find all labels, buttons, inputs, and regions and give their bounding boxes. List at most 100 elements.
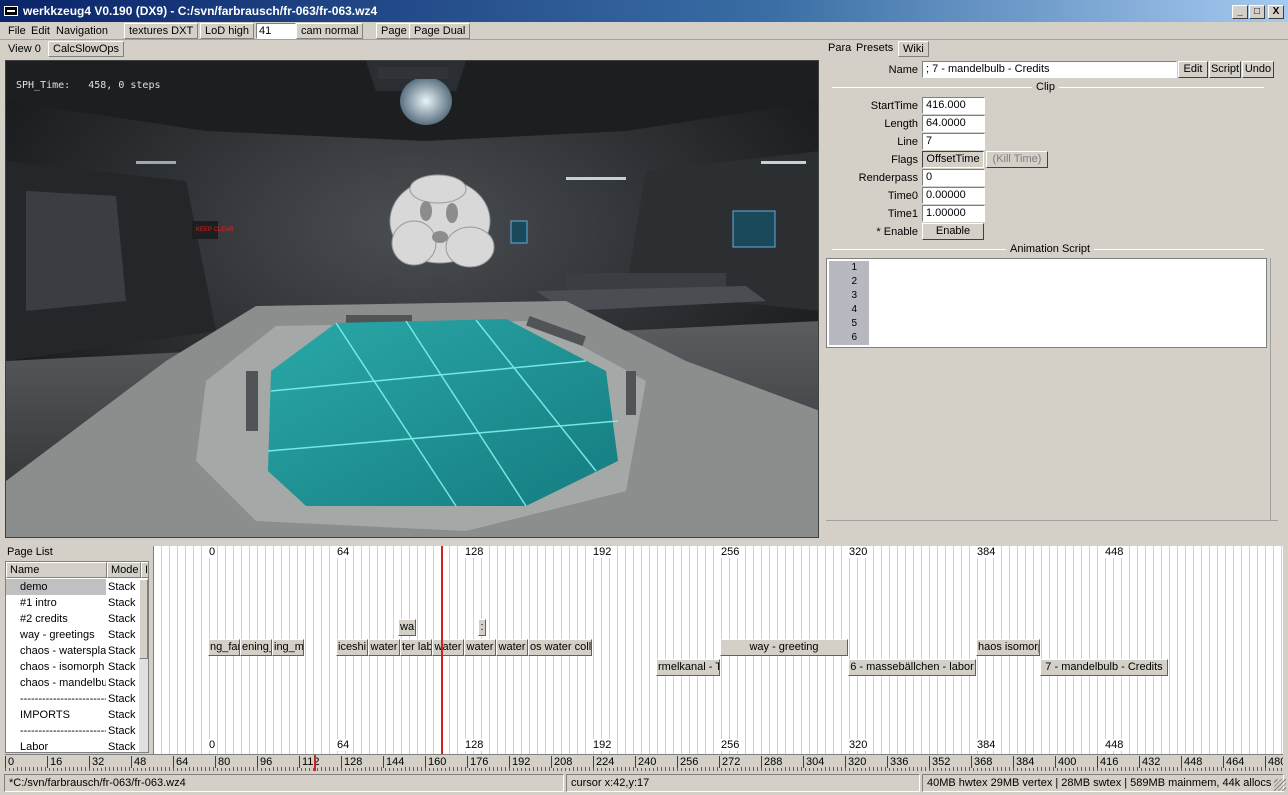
list-item[interactable]: ------------------------ Stack bbox=[6, 723, 148, 739]
page-list: Name Mode I demo Stack #1 intro Stack #2 c… bbox=[5, 561, 149, 753]
line-number: 5 bbox=[851, 318, 857, 329]
list-item[interactable]: Labor Stack bbox=[6, 739, 148, 752]
timeline-clip[interactable]: iceshi bbox=[336, 639, 368, 656]
time-ruler[interactable]: 0 16 32 48 64 80 96 112 128 144 160 176 … bbox=[5, 754, 1283, 771]
playhead-cursor[interactable] bbox=[441, 546, 443, 754]
column-header-mode[interactable]: Mode bbox=[107, 562, 141, 578]
timeline-clip[interactable]: ter lab bbox=[400, 639, 432, 656]
line-number: 2 bbox=[851, 276, 857, 287]
timeline-clip[interactable]: 6 - massebällchen - labor bbox=[848, 659, 976, 676]
page-list-scrollbar[interactable] bbox=[139, 579, 148, 752]
enable-button[interactable]: Enable bbox=[922, 223, 984, 240]
app-icon[interactable] bbox=[4, 6, 18, 16]
timeline-clip[interactable]: : bbox=[478, 619, 486, 636]
page-dual-button[interactable]: Page Dual bbox=[409, 23, 471, 39]
tab-para[interactable]: Para bbox=[824, 41, 855, 57]
line-number-gutter: 1 2 3 4 5 6 bbox=[829, 261, 869, 345]
list-item[interactable]: chaos - mandelbulbStack bbox=[6, 675, 148, 691]
timeline-clip[interactable]: os water coll bbox=[528, 639, 592, 656]
main-toolbar: File Edit Navigation textures DXT LoD hi… bbox=[0, 22, 1288, 40]
timeline-clip[interactable]: way - greeting bbox=[720, 639, 848, 656]
animation-script-editor[interactable]: 1 2 3 4 5 6 bbox=[826, 258, 1267, 348]
list-item[interactable]: way - greetings Stack bbox=[6, 627, 148, 643]
timeline-clip[interactable]: haos isomorp bbox=[976, 639, 1040, 656]
timeline-beat-label: 64 bbox=[336, 546, 351, 558]
column-header-extra[interactable]: I bbox=[141, 562, 148, 578]
script-button[interactable]: Script bbox=[1209, 61, 1241, 78]
list-item[interactable]: IMPORTS Stack bbox=[6, 707, 148, 723]
page-mode: Stack bbox=[108, 677, 136, 689]
timeline-clip[interactable]: wa bbox=[398, 619, 416, 636]
minimize-button[interactable]: _ bbox=[1232, 5, 1248, 19]
parameter-panel: Name ; 7 - mandelbulb - Credits Edit Scr… bbox=[822, 58, 1282, 538]
length-field[interactable]: 64.0000 bbox=[922, 115, 985, 132]
kill-time-toggle[interactable]: (Kill Time) bbox=[986, 151, 1048, 168]
ruler-label: 112 bbox=[299, 756, 320, 768]
timeline-beat-label: 64 bbox=[336, 739, 351, 751]
timeline[interactable]: 0 64 128 192 256 320 384 448 0 64 128 19… bbox=[153, 546, 1283, 754]
ruler-label: 464 bbox=[1223, 756, 1245, 768]
list-item[interactable]: chaos - watersplashStack bbox=[6, 643, 148, 659]
panel-scrollbar[interactable] bbox=[1270, 258, 1280, 520]
timeline-beat-label: 0 bbox=[208, 546, 217, 558]
timeline-clip[interactable]: ng_far bbox=[208, 639, 240, 656]
column-header-name[interactable]: Name bbox=[6, 562, 107, 578]
cam-button[interactable]: cam normal bbox=[296, 23, 364, 39]
ruler-playhead[interactable] bbox=[314, 755, 316, 771]
timeline-clip[interactable]: water bbox=[496, 639, 528, 656]
render-viewport[interactable]: KEEP CLEAR SPH_Time: 458, 0 steps bbox=[5, 60, 819, 538]
timeline-clip[interactable]: water bbox=[368, 639, 400, 656]
calc-slow-ops-button[interactable]: CalcSlowOps bbox=[48, 41, 125, 57]
starttime-field[interactable]: 416.000 bbox=[922, 97, 985, 114]
timeline-beat-label: 128 bbox=[464, 739, 485, 751]
tab-view-0[interactable]: View 0 bbox=[3, 41, 46, 57]
list-item[interactable]: chaos - isomorph Stack bbox=[6, 659, 148, 675]
menu-edit[interactable]: Edit bbox=[31, 25, 50, 37]
timeline-clip[interactable]: ening_ bbox=[240, 639, 272, 656]
timeline-clip[interactable]: ing_m bbox=[272, 639, 304, 656]
page-name: chaos - watersplash bbox=[20, 645, 106, 657]
timeline-beat-label: 128 bbox=[464, 546, 485, 558]
time1-field[interactable]: 1.00000 bbox=[922, 205, 985, 222]
starttime-label: StartTime bbox=[870, 100, 918, 112]
timeline-clip[interactable]: rmelkanal - T bbox=[656, 659, 720, 676]
menu-file[interactable]: File bbox=[8, 25, 26, 37]
name-field[interactable]: ; 7 - mandelbulb - Credits bbox=[922, 61, 1177, 78]
page-mode: Stack bbox=[108, 629, 136, 641]
timeline-clip[interactable]: 7 - mandelbulb - Credits bbox=[1040, 659, 1168, 676]
list-item[interactable]: #1 intro Stack bbox=[6, 595, 148, 611]
status-bar: *C:/svn/farbrausch/fr-063/fr-063.wz4 cur… bbox=[0, 773, 1288, 793]
tab-wiki[interactable]: Wiki bbox=[898, 41, 929, 57]
page-button[interactable]: Page bbox=[376, 23, 412, 39]
ruler-label: 304 bbox=[803, 756, 825, 768]
list-item[interactable]: demo Stack bbox=[6, 579, 148, 595]
line-field[interactable]: 7 bbox=[922, 133, 985, 150]
page-mode: Stack bbox=[108, 725, 136, 737]
tab-presets[interactable]: Presets bbox=[852, 41, 897, 57]
time0-field[interactable]: 0.00000 bbox=[922, 187, 985, 204]
timeline-clip[interactable]: water bbox=[432, 639, 464, 656]
page-mode: Stack bbox=[108, 597, 136, 609]
maximize-button[interactable]: □ bbox=[1249, 5, 1265, 19]
lod-button[interactable]: LoD high bbox=[200, 23, 255, 39]
scrollbar-thumb[interactable] bbox=[139, 579, 148, 659]
offset-time-toggle[interactable]: OffsetTime bbox=[922, 151, 984, 168]
menu-navigation[interactable]: Navigation bbox=[56, 25, 108, 37]
textures-button[interactable]: textures DXT bbox=[124, 23, 199, 39]
fps-field[interactable]: 41 bbox=[256, 23, 296, 39]
list-item[interactable]: ------------------------ Stack bbox=[6, 691, 148, 707]
timeline-beat-label: 192 bbox=[592, 546, 613, 558]
timeline-beat-label: 384 bbox=[976, 546, 997, 558]
list-item[interactable]: #2 credits Stack bbox=[6, 611, 148, 627]
ruler-label: 368 bbox=[971, 756, 993, 768]
timeline-beat-label: 448 bbox=[1104, 546, 1125, 558]
edit-button[interactable]: Edit bbox=[1178, 61, 1208, 78]
renderpass-field[interactable]: 0 bbox=[922, 169, 985, 186]
timeline-clip[interactable]: water bbox=[464, 639, 496, 656]
timeline-grid bbox=[154, 546, 1283, 754]
close-button[interactable]: X bbox=[1268, 5, 1284, 19]
undo-button[interactable]: Undo bbox=[1242, 61, 1274, 78]
page-name: chaos - mandelbulb bbox=[20, 677, 106, 689]
page-mode: Stack bbox=[108, 645, 136, 657]
resize-grip-icon[interactable] bbox=[1274, 779, 1286, 791]
